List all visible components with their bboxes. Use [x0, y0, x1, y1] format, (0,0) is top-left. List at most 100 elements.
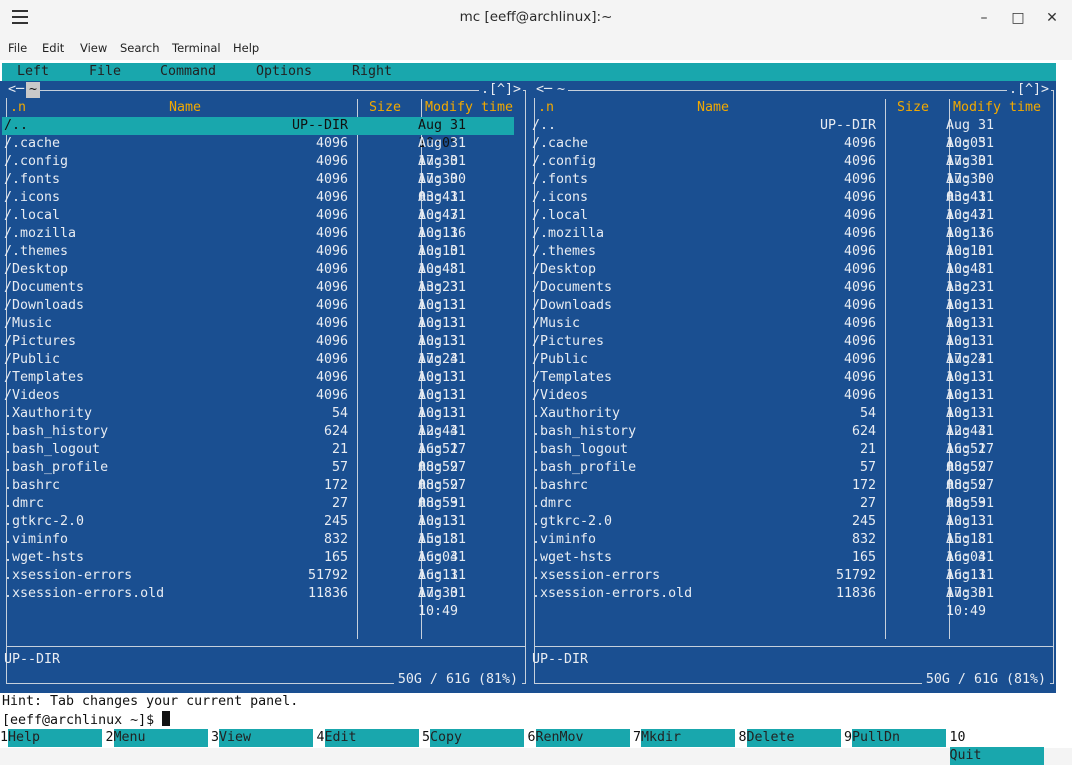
file-row[interactable]: /Templates 4096 Aug 31 10:13	[530, 369, 1042, 403]
close-button[interactable]: ✕	[1040, 6, 1064, 30]
file-row[interactable]: /.icons 4096 Aug 31 10:47	[530, 189, 1042, 223]
shell-prompt[interactable]: [eeff@archlinux ~]$	[2, 711, 171, 729]
file-row[interactable]: .bash_profile 57 Aug 27 08:59	[530, 459, 1042, 493]
mc-menu-options[interactable]: Options	[256, 63, 312, 81]
file-row[interactable]: .Xauthority 54 Aug 31 12:44	[530, 405, 1042, 439]
file-row[interactable]: /.themes 4096 Aug 31 10:48	[2, 243, 514, 277]
fkey-delete[interactable]: 8Delete	[738, 729, 844, 747]
fkey-edit[interactable]: 4Edit	[316, 729, 422, 747]
file-row[interactable]: .bash_logout 21 Aug 27 08:59	[2, 441, 514, 475]
file-row[interactable]: /Music 4096 Aug 31 10:13	[530, 315, 1042, 349]
file-row[interactable]: .bashrc 172 Aug 27 08:59	[2, 477, 514, 511]
file-size: 4096	[315, 316, 348, 331]
mc-menu-right[interactable]: Right	[352, 63, 392, 81]
file-name: /Documents	[532, 280, 613, 295]
file-row[interactable]: /Downloads 4096 Aug 31 10:13	[530, 297, 1042, 331]
maximize-button[interactable]: □	[1006, 6, 1030, 30]
panel-corner-left[interactable]: <─	[6, 82, 27, 98]
file-row[interactable]: .bash_logout 21 Aug 27 08:59	[530, 441, 1042, 475]
file-row[interactable]: .xsession-errors 51792 Aug 31 17:30	[530, 567, 1042, 601]
fkey-help[interactable]: 1Help	[0, 729, 105, 747]
file-row[interactable]: /.config 4096 Aug 31 17:30	[530, 153, 1042, 187]
mc-menu-file[interactable]: File	[89, 63, 121, 81]
file-row[interactable]: .gtkrc-2.0 245 Aug 31 15:18	[2, 513, 514, 547]
menu-help[interactable]: Help	[233, 41, 259, 55]
file-row[interactable]: /.local 4096 Aug 31 10:13	[2, 207, 514, 241]
file-row[interactable]: /Documents 4096 Aug 31 10:13	[530, 279, 1042, 313]
fkey-quit[interactable]: 10 Quit	[949, 729, 1055, 765]
file-row[interactable]: /.fonts 4096 Aug 30 03:41	[2, 171, 514, 205]
panel-corner-right[interactable]: .[^]>	[1007, 82, 1052, 98]
column-size[interactable]: Size	[897, 99, 929, 117]
column-time[interactable]: Modify time	[425, 99, 513, 117]
file-row[interactable]: /.mozilla 4096 Aug 16 10:10	[530, 225, 1042, 259]
terminal-scrollbar[interactable]	[1060, 60, 1072, 748]
file-row[interactable]: /Videos 4096 Aug 31 10:13	[530, 387, 1042, 421]
file-row[interactable]: /.cache 4096 Aug 31 17:30	[530, 135, 1042, 169]
file-row[interactable]: /Desktop 4096 Aug 31 13:23	[530, 261, 1042, 295]
file-row[interactable]: /Downloads 4096 Aug 31 10:13	[2, 297, 514, 331]
file-row[interactable]: .dmrc 27 Aug 31 10:13	[530, 495, 1042, 529]
file-row[interactable]: .wget-hsts 165 Aug 31 16:11	[2, 549, 514, 583]
menu-file[interactable]: File	[8, 41, 27, 55]
file-row[interactable]: /.. UP--DIR Aug 31 10:05	[530, 117, 1042, 151]
menu-view[interactable]: View	[80, 41, 107, 55]
fkey-view[interactable]: 3View	[211, 729, 316, 747]
fkey-menu[interactable]: 2Menu	[105, 729, 211, 747]
file-row[interactable]: /Music 4096 Aug 31 10:13	[2, 315, 514, 349]
file-row[interactable]: .viminfo 832 Aug 31 16:04	[2, 531, 514, 565]
file-row[interactable]: /Videos 4096 Aug 31 10:13	[2, 387, 514, 421]
file-row[interactable]: .gtkrc-2.0 245 Aug 31 15:18	[530, 513, 1042, 547]
file-row[interactable]: /Public 4096 Aug 31 10:13	[530, 351, 1042, 385]
file-row[interactable]: /.themes 4096 Aug 31 10:48	[530, 243, 1042, 277]
file-row[interactable]: .xsession-errors 51792 Aug 31 17:30	[2, 567, 514, 601]
file-size: UP--DIR	[291, 118, 348, 133]
file-row[interactable]: /.cache 4096 Aug 31 17:30	[2, 135, 514, 169]
file-row[interactable]: /Documents 4096 Aug 31 10:13	[2, 279, 514, 313]
mc-menu-left[interactable]: Left	[17, 63, 49, 81]
sort-indicator[interactable]: .n	[10, 99, 26, 117]
file-row[interactable]: /.config 4096 Aug 31 17:30	[2, 153, 514, 187]
menu-edit[interactable]: Edit	[42, 41, 64, 55]
sort-indicator[interactable]: .n	[538, 99, 554, 117]
fkey-pulldn[interactable]: 9PullDn	[844, 729, 949, 747]
menu-search[interactable]: Search	[120, 41, 160, 55]
file-row[interactable]: /Templates 4096 Aug 31 10:13	[2, 369, 514, 403]
file-row[interactable]: .bash_profile 57 Aug 27 08:59	[2, 459, 514, 493]
file-row[interactable]: .viminfo 832 Aug 31 16:04	[530, 531, 1042, 565]
column-name[interactable]: Name	[697, 99, 729, 117]
fkey-renmov[interactable]: 6RenMov	[527, 729, 633, 747]
file-row[interactable]: .xsession-errors.old 11836 Aug 31 10:49	[2, 585, 514, 619]
panel-corner-right[interactable]: .[^]>	[479, 82, 524, 98]
panel-corner-left[interactable]: <─	[534, 82, 555, 98]
menu-terminal[interactable]: Terminal	[172, 41, 221, 55]
file-row[interactable]: /Public 4096 Aug 31 10:13	[2, 351, 514, 385]
right-panel[interactable]: <─ ~ .[^]> .n Name Size Modify time /.. U…	[528, 81, 1056, 693]
file-row[interactable]: .wget-hsts 165 Aug 31 16:11	[530, 549, 1042, 583]
terminal-area[interactable]: Left File Command Options Right <─ ~ .[^…	[0, 60, 1060, 765]
file-row[interactable]: .bashrc 172 Aug 27 08:59	[530, 477, 1042, 511]
file-size: 4096	[315, 226, 348, 241]
column-size[interactable]: Size	[369, 99, 401, 117]
fkey-mkdir[interactable]: 7Mkdir	[633, 729, 738, 747]
minimize-button[interactable]: –	[972, 6, 996, 30]
file-row[interactable]: /Pictures 4096 Aug 31 17:24	[530, 333, 1042, 367]
file-row[interactable]: .dmrc 27 Aug 31 10:13	[2, 495, 514, 529]
file-row[interactable]: .bash_history 624 Aug 31 16:51	[2, 423, 514, 457]
file-row[interactable]: /Desktop 4096 Aug 31 13:23	[2, 261, 514, 295]
file-row[interactable]: /.icons 4096 Aug 31 10:47	[2, 189, 514, 223]
file-row[interactable]: /Pictures 4096 Aug 31 17:24	[2, 333, 514, 367]
file-row[interactable]: /.local 4096 Aug 31 10:13	[530, 207, 1042, 241]
fkey-label: Copy	[430, 729, 525, 747]
file-row[interactable]: /.. UP--DIR Aug 31 10:05	[2, 117, 514, 151]
file-row[interactable]: .Xauthority 54 Aug 31 12:44	[2, 405, 514, 439]
file-row[interactable]: .xsession-errors.old 11836 Aug 31 10:49	[530, 585, 1042, 619]
mc-menu-command[interactable]: Command	[160, 63, 216, 81]
file-row[interactable]: /.mozilla 4096 Aug 16 10:10	[2, 225, 514, 259]
fkey-copy[interactable]: 5Copy	[422, 729, 527, 747]
file-row[interactable]: /.fonts 4096 Aug 30 03:41	[530, 171, 1042, 205]
left-panel[interactable]: <─ ~ .[^]> .n Name Size Modify time /.. U…	[0, 81, 528, 693]
column-time[interactable]: Modify time	[953, 99, 1041, 117]
column-name[interactable]: Name	[169, 99, 201, 117]
file-row[interactable]: .bash_history 624 Aug 31 16:51	[530, 423, 1042, 457]
